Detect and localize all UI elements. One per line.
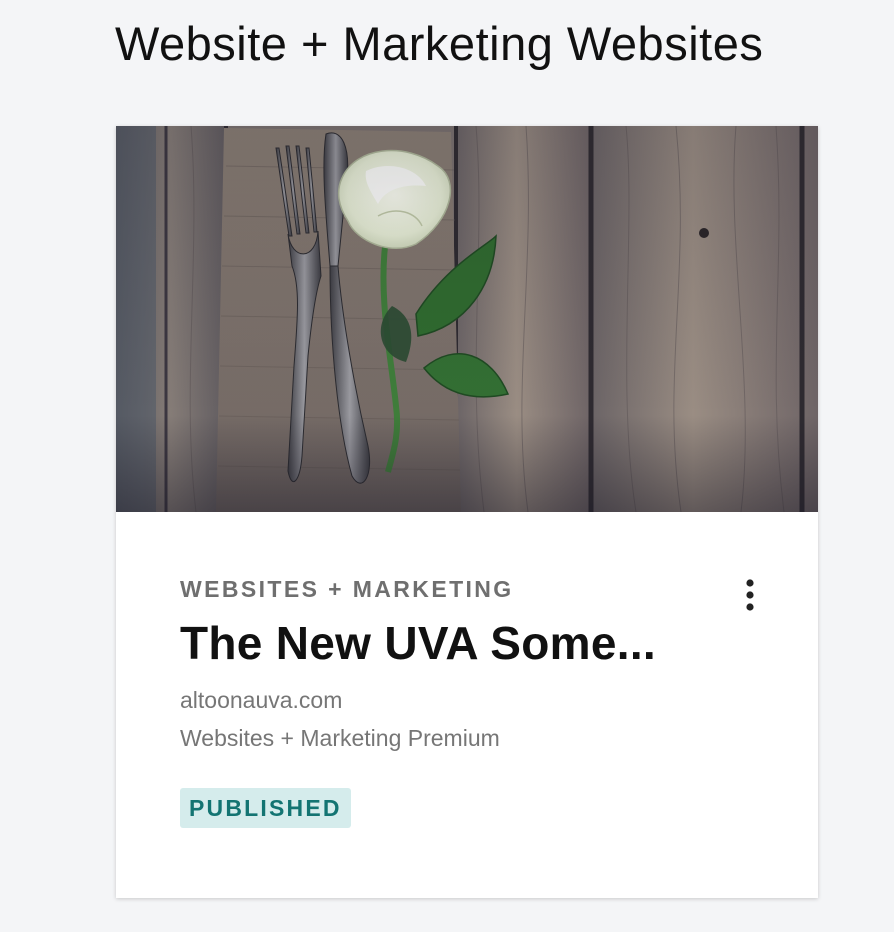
site-thumbnail-image[interactable] [116,126,818,512]
site-domain: altoonauva.com [180,687,343,713]
more-options-button[interactable] [736,572,764,618]
page: Website + Marketing Websites WEBSITES + … [0,0,894,932]
site-plan: Websites + Marketing Premium [180,725,500,751]
page-title: Website + Marketing Websites [115,17,764,70]
status-badge: PUBLISHED [180,788,351,828]
product-category: WEBSITES + MARKETING [180,576,514,602]
card-body: WEBSITES + MARKETING The New UVA Some...… [180,512,778,898]
site-name[interactable]: The New UVA Some... [180,616,680,670]
website-card[interactable]: WEBSITES + MARKETING The New UVA Some...… [116,126,818,898]
more-vertical-icon [746,579,754,611]
